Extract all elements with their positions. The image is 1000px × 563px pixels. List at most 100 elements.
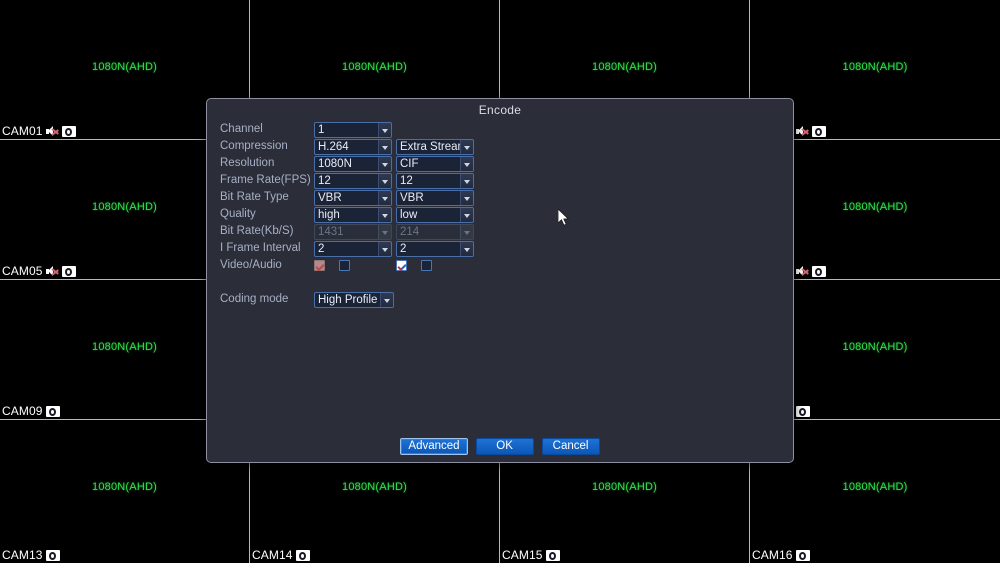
camera-resolution-overlay: 1080N(AHD) (92, 481, 157, 493)
record-icon (811, 126, 826, 137)
stream-type-select[interactable]: Extra Stream (396, 138, 474, 155)
dialog-title: Encode (478, 103, 522, 117)
chevron-down-icon (378, 224, 391, 239)
stream-type-value: Extra Stream (400, 140, 460, 153)
camera-name: CAM14 (252, 548, 293, 562)
chevron-down-icon[interactable] (378, 173, 391, 188)
quality-sub-value: low (400, 208, 418, 221)
record-icon (45, 550, 60, 561)
chevron-down-icon[interactable] (380, 292, 393, 307)
bit-rate-type-sub-value: VBR (400, 191, 424, 204)
field-row-i-frame-interval: I Frame Interval 2 2 (220, 240, 793, 257)
chevron-down-icon (460, 224, 473, 239)
field-row-bit-rate: Bit Rate(Kb/S) 1431 214 (220, 223, 793, 240)
channel-select[interactable]: 1 (314, 121, 392, 138)
resolution-main-select[interactable]: 1080N (314, 155, 392, 172)
chevron-down-icon[interactable] (378, 190, 391, 205)
resolution-sub-select[interactable]: CIF (396, 155, 474, 172)
bit-rate-sub-field: 214 (396, 223, 474, 240)
field-row-resolution: Resolution 1080N CIF (220, 155, 793, 172)
camera-resolution-overlay: 1080N(AHD) (342, 61, 407, 73)
chevron-down-icon[interactable] (378, 122, 391, 137)
field-row-bit-rate-type: Bit Rate Type VBR VBR (220, 189, 793, 206)
sub-audio-checkbox[interactable] (421, 260, 432, 271)
channel-select-value: 1 (318, 123, 325, 136)
compression-main-value: H.264 (318, 140, 349, 153)
record-icon (545, 550, 560, 561)
compression-main-select[interactable]: H.264 (314, 138, 392, 155)
bit-rate-type-main-value: VBR (318, 191, 342, 204)
i-frame-interval-main-select[interactable]: 2 (314, 240, 392, 257)
cancel-button[interactable]: Cancel (541, 438, 600, 455)
camera-name: CAM15 (502, 548, 543, 562)
chevron-down-icon[interactable] (378, 207, 391, 222)
label-coding-mode: Coding mode (220, 293, 289, 305)
field-row-video-audio: Video/Audio (220, 257, 793, 274)
chevron-down-icon[interactable] (460, 190, 473, 205)
encode-dialog: Encode Channel 1 Compression H.264 Extra… (206, 98, 794, 463)
label-video-audio: Video/Audio (220, 259, 282, 271)
dialog-body: Channel 1 Compression H.264 Extra Stream (207, 121, 793, 308)
camera-label: CAM14 (252, 549, 310, 562)
record-icon (45, 406, 60, 417)
bit-rate-sub-value: 214 (400, 225, 420, 238)
label-bit-rate: Bit Rate(Kb/S) (220, 225, 294, 237)
camera-resolution-overlay: 1080N(AHD) (842, 61, 908, 73)
chevron-down-icon[interactable] (460, 207, 473, 222)
sub-video-checkbox[interactable] (396, 260, 407, 271)
dvr-screen: 1080N(AHD)CAM011080N(AHD)CAM021080N(AHD)… (0, 0, 1000, 563)
label-resolution: Resolution (220, 157, 275, 169)
i-frame-interval-sub-select[interactable]: 2 (396, 240, 474, 257)
field-row-quality: Quality high low (220, 206, 793, 223)
chevron-down-icon[interactable] (378, 156, 391, 171)
bit-rate-type-sub-select[interactable]: VBR (396, 189, 474, 206)
frame-rate-main-select[interactable]: 12 (314, 172, 392, 189)
quality-main-value: high (318, 208, 340, 221)
advanced-button[interactable]: Advanced (400, 438, 468, 455)
label-quality: Quality (220, 208, 256, 220)
i-frame-interval-main-value: 2 (318, 242, 325, 255)
coding-mode-value: High Profile (318, 293, 378, 306)
chevron-down-icon[interactable] (460, 156, 473, 171)
ok-button[interactable]: OK (475, 438, 534, 455)
camera-label: CAM01 (2, 125, 76, 138)
field-row-coding-mode: Coding mode High Profile (220, 291, 793, 308)
bit-rate-type-main-select[interactable]: VBR (314, 189, 392, 206)
label-frame-rate: Frame Rate(FPS) (220, 174, 311, 186)
speaker-mute-icon (45, 126, 59, 137)
camera-name: CAM09 (2, 404, 43, 418)
camera-resolution-overlay: 1080N(AHD) (842, 481, 908, 493)
chevron-down-icon[interactable] (460, 173, 473, 188)
camera-label: CAM05 (2, 265, 76, 278)
camera-name: CAM05 (2, 264, 43, 278)
record-icon (795, 550, 810, 561)
frame-rate-sub-select[interactable]: 12 (396, 172, 474, 189)
camera-label: CAM13 (2, 549, 60, 562)
speaker-mute-icon (45, 266, 59, 277)
quality-sub-select[interactable]: low (396, 206, 474, 223)
quality-main-select[interactable]: high (314, 206, 392, 223)
label-bit-rate-type: Bit Rate Type (220, 191, 289, 203)
chevron-down-icon[interactable] (378, 241, 391, 256)
i-frame-interval-sub-value: 2 (400, 242, 407, 255)
record-icon (795, 406, 810, 417)
record-icon (295, 550, 310, 561)
chevron-down-icon[interactable] (460, 241, 473, 256)
record-icon (61, 126, 76, 137)
chevron-down-icon[interactable] (378, 139, 391, 154)
field-row-compression: Compression H.264 Extra Stream (220, 138, 793, 155)
camera-label: CAM16 (752, 549, 810, 562)
chevron-down-icon[interactable] (460, 139, 473, 154)
frame-rate-sub-value: 12 (400, 174, 413, 187)
label-compression: Compression (220, 140, 288, 152)
label-i-frame-interval: I Frame Interval (220, 242, 301, 254)
main-audio-checkbox[interactable] (339, 260, 350, 271)
resolution-main-value: 1080N (318, 157, 352, 170)
coding-mode-select[interactable]: High Profile (314, 291, 394, 308)
resolution-sub-value: CIF (400, 157, 419, 170)
label-channel: Channel (220, 123, 263, 135)
camera-resolution-overlay: 1080N(AHD) (92, 61, 157, 73)
main-video-checkbox[interactable] (314, 260, 325, 271)
record-icon (811, 266, 826, 277)
camera-resolution-overlay: 1080N(AHD) (592, 481, 657, 493)
